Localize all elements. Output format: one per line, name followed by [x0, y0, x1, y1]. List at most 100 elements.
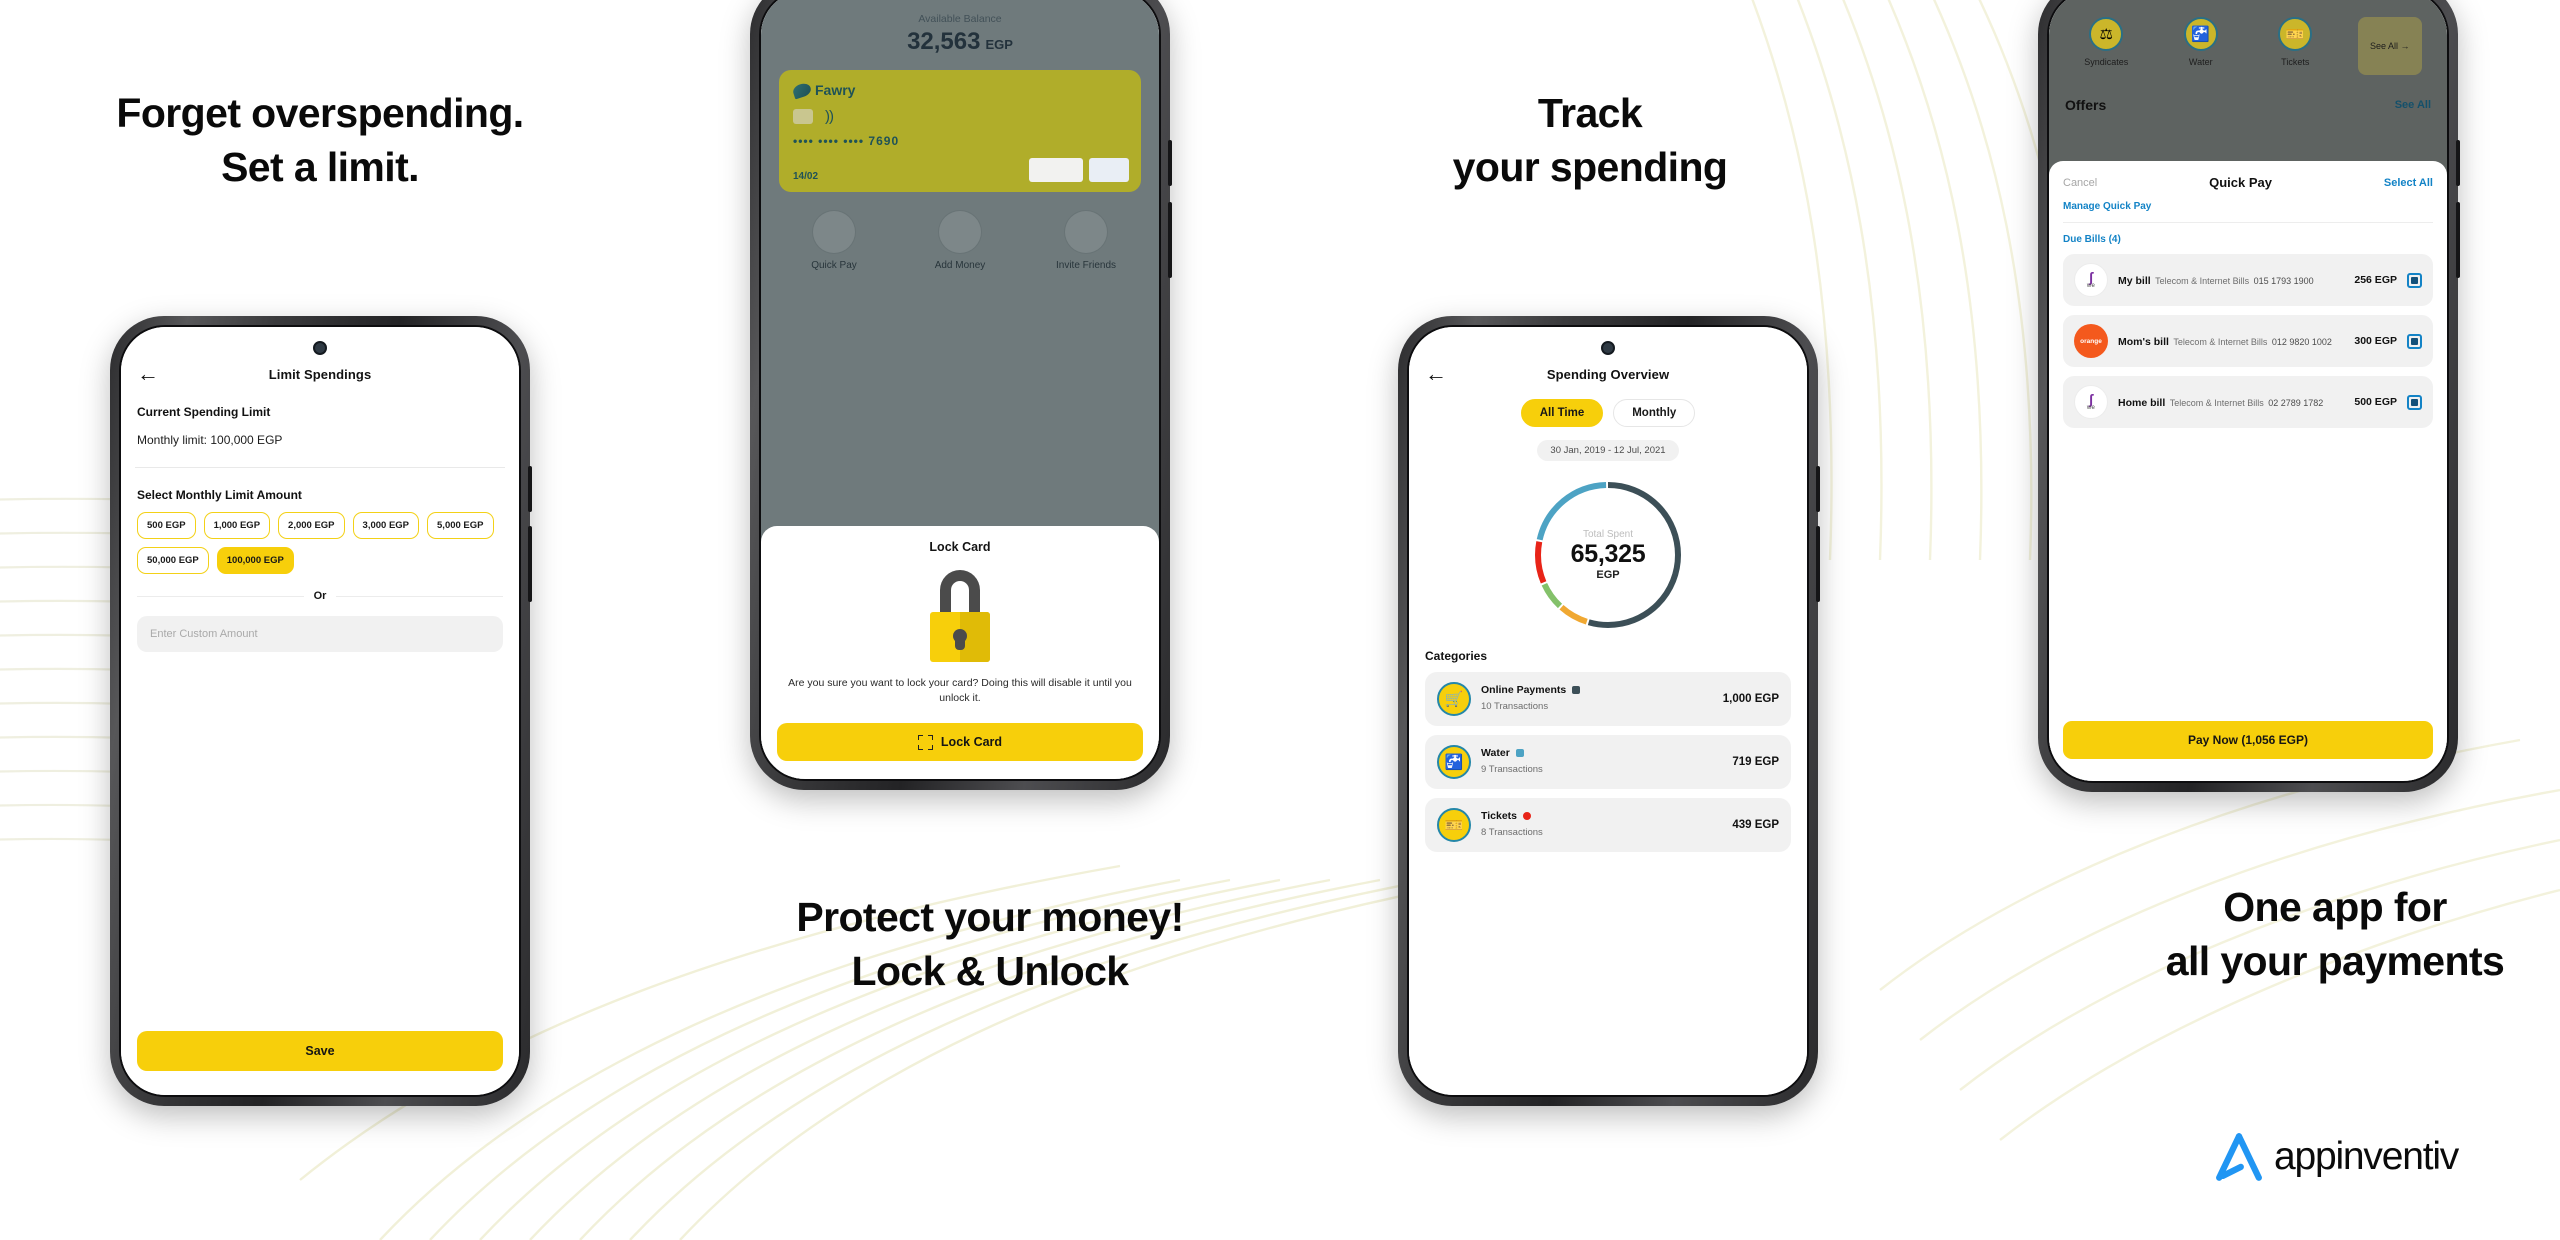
- quick-action-invite-friends[interactable]: Invite Friends: [1051, 210, 1121, 273]
- tab-all-time[interactable]: All Time: [1520, 399, 1604, 427]
- tab-monthly[interactable]: Monthly: [1613, 399, 1696, 427]
- card-expiry: 14/02: [793, 171, 819, 182]
- lock-card-bottom-sheet: Lock Card Are you sure you want to lock …: [761, 525, 1159, 779]
- service-water[interactable]: 🚰 Water: [2169, 17, 2233, 75]
- bill-name: Mom's bill: [2118, 336, 2169, 348]
- phone-power-button: [1168, 140, 1172, 186]
- phone-mockup-lock-card: Available Balance 32,563 EGP Fawry )) ••…: [750, 0, 1172, 790]
- category-row-water[interactable]: 🚰 Water 9 Transactions 719 EGP: [1425, 735, 1791, 789]
- bill-checkbox[interactable]: [2407, 394, 2422, 410]
- headline-one-app: One app for all your payments: [2020, 880, 2560, 988]
- phone-mockup-quick-pay: ⚖ Syndicates 🚰 Water 🎫 Tickets See All →: [2038, 0, 2460, 792]
- offers-see-all-link[interactable]: See All: [2395, 99, 2431, 111]
- phone-volume-button: [2456, 202, 2460, 278]
- syndicates-icon: ⚖: [2089, 17, 2124, 51]
- bill-checkbox[interactable]: [2407, 272, 2422, 288]
- amount-chip-50000[interactable]: 50,000 EGP: [137, 547, 209, 574]
- pay-now-button[interactable]: Pay Now (1,056 EGP): [2063, 721, 2433, 759]
- bill-amount: 300 EGP: [2354, 335, 2397, 347]
- headline-track-spending: Track your spending: [1370, 86, 1810, 194]
- lock-card-button[interactable]: Lock Card: [777, 723, 1143, 761]
- phone-power-button: [1816, 466, 1820, 512]
- screen-lock-card: Available Balance 32,563 EGP Fawry )) ••…: [761, 0, 1159, 779]
- services-see-all-tile[interactable]: See All →: [2357, 17, 2422, 75]
- page-title: Spending Overview: [1546, 366, 1670, 382]
- balance-value: 32,563: [907, 28, 981, 55]
- appbar-spending-overview: ← Spending Overview: [1409, 327, 1807, 385]
- poster-canvas: Forget overspending. Set a limit. Protec…: [0, 0, 2560, 1240]
- amount-chip-1000[interactable]: 1,000 EGP: [203, 512, 271, 539]
- headline-4-line-2: all your payments: [2165, 938, 2505, 985]
- bank-logos: [1029, 158, 1129, 182]
- bill-category: Telecom & Internet Bills: [2173, 337, 2268, 347]
- date-range-pill[interactable]: 30 Jan, 2019 - 12 Jul, 2021: [1537, 440, 1679, 461]
- bill-row-my-bill[interactable]: ʃ we My bill Telecom & Internet Bills 015…: [2063, 254, 2433, 306]
- bill-number: 02 2789 1782: [2268, 398, 2324, 408]
- screen-spending-overview: ← Spending Overview All Time Monthly 30 …: [1409, 327, 1807, 1095]
- category-name: Online Payments: [1481, 684, 1567, 696]
- receipt-icon: [812, 210, 856, 254]
- envelope-star-icon: [1064, 210, 1108, 254]
- screen-limit-spendings: ← Limit Spendings Current Spending Limit…: [121, 327, 519, 1095]
- quick-action-add-money[interactable]: Add Money: [925, 210, 995, 273]
- headline-2-line-1: Protect your money!: [796, 894, 1184, 940]
- money-plus-icon: [938, 210, 982, 254]
- bill-number: 015 1793 1900: [2253, 276, 2314, 286]
- custom-amount-input[interactable]: Enter Custom Amount: [137, 616, 503, 652]
- screen-quick-pay: ⚖ Syndicates 🚰 Water 🎫 Tickets See All →: [2049, 0, 2447, 781]
- bill-number: 012 9820 1002: [2271, 337, 2332, 347]
- category-name: Tickets: [1481, 810, 1517, 822]
- headline-1-line-2: Set a limit.: [221, 144, 419, 191]
- category-transactions: 8 Transactions: [1481, 827, 1543, 838]
- category-row-tickets[interactable]: 🎫 Tickets 8 Transactions 439 EGP: [1425, 798, 1791, 852]
- bill-name: My bill: [2118, 275, 2151, 287]
- select-all-button[interactable]: Select All: [2384, 177, 2433, 189]
- custom-amount-placeholder: Enter Custom Amount: [150, 628, 258, 640]
- category-color-dot: [1515, 749, 1524, 757]
- faucet-icon: 🚰: [2183, 17, 2218, 51]
- banque-misr-logo: [1029, 158, 1083, 182]
- category-transactions: 9 Transactions: [1481, 764, 1543, 775]
- cancel-button[interactable]: Cancel: [2063, 177, 2097, 189]
- save-button[interactable]: Save: [137, 1031, 503, 1071]
- category-row-online-payments[interactable]: 🛒 Online Payments 10 Transactions 1,000 …: [1425, 672, 1791, 726]
- amount-chip-2000[interactable]: 2,000 EGP: [278, 512, 345, 539]
- amount-chip-500[interactable]: 500 EGP: [137, 512, 196, 539]
- quick-pay-sheet-header: Cancel Quick Pay Select All: [2063, 175, 2433, 190]
- bill-category: Telecom & Internet Bills: [2155, 276, 2250, 286]
- headline-3-line-1: Track: [1537, 90, 1643, 136]
- category-amount: 439 EGP: [1732, 819, 1779, 831]
- service-syndicates[interactable]: ⚖ Syndicates: [2074, 17, 2138, 75]
- available-balance-label: Available Balance: [918, 13, 1002, 25]
- manage-quick-pay-link[interactable]: Manage Quick Pay: [2063, 201, 2433, 212]
- balance-currency: EGP: [985, 37, 1013, 52]
- amount-chip-3000[interactable]: 3,000 EGP: [352, 512, 420, 539]
- we-provider-logo: ʃ we: [2074, 385, 2108, 419]
- fawry-card[interactable]: Fawry )) •••• •••• •••• 7690 14/02: [779, 70, 1141, 192]
- categories-heading: Categories: [1425, 649, 1488, 663]
- amount-chip-5000[interactable]: 5,000 EGP: [427, 512, 494, 539]
- amount-chip-group: 500 EGP 1,000 EGP 2,000 EGP 3,000 EGP 5,…: [121, 502, 519, 574]
- quick-action-quick-pay[interactable]: Quick Pay: [799, 210, 869, 273]
- phone-mockup-limit-spendings: ← Limit Spendings Current Spending Limit…: [110, 316, 532, 1106]
- bill-category: Telecom & Internet Bills: [2169, 398, 2264, 408]
- quick-action-label: Invite Friends: [1055, 260, 1117, 271]
- phone-volume-button: [528, 526, 532, 602]
- service-tickets[interactable]: 🎫 Tickets: [2263, 17, 2327, 75]
- total-spent-label: Total Spent: [1582, 529, 1634, 541]
- bill-name: Home bill: [2118, 397, 2166, 409]
- fawry-logo: Fawry: [791, 81, 1127, 99]
- bill-amount: 500 EGP: [2354, 396, 2397, 408]
- current-limit-label: Current Spending Limit: [137, 405, 271, 419]
- sheet-title: Quick Pay: [2209, 175, 2272, 190]
- bill-checkbox[interactable]: [2407, 333, 2422, 349]
- quick-actions-row: Quick Pay Add Money Invite Friends: [761, 210, 1159, 273]
- bill-row-moms-bill[interactable]: orange Mom's bill Telecom & Internet Bil…: [2063, 315, 2433, 367]
- category-color-dot: [1572, 686, 1581, 694]
- total-spent-currency: EGP: [1596, 568, 1620, 581]
- bill-row-home-bill[interactable]: ʃ we Home bill Telecom & Internet Bills 0…: [2063, 376, 2433, 428]
- headline-4-line-1: One app for: [2223, 884, 2447, 930]
- amount-chip-100000[interactable]: 100,000 EGP: [216, 547, 294, 574]
- category-color-dot: [1523, 812, 1531, 820]
- fawry-brand-label: Fawry: [815, 82, 856, 98]
